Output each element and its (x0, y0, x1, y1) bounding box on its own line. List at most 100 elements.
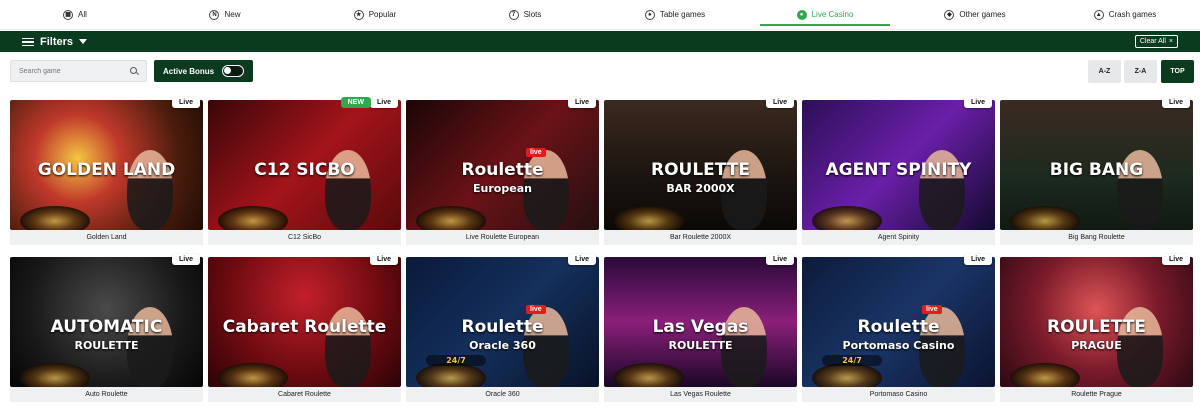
game-card[interactable]: GOLDEN LAND Live Golden Land (10, 97, 203, 245)
game-art-hours: 24/7 (426, 355, 486, 366)
game-name: Las Vegas Roulette (604, 387, 797, 402)
game-card[interactable]: Roulette Portomaso Casino 24/7 live Live Port… (802, 254, 995, 402)
search-icon[interactable] (130, 67, 138, 75)
live-badge: Live (1161, 97, 1190, 108)
game-art-subtitle: PRAGUE (1071, 339, 1122, 352)
game-art-title: Roulette (461, 160, 544, 180)
tab-crash-games[interactable]: ▲ Crash games (1050, 0, 1200, 29)
roulette-wheel-icon (20, 206, 90, 230)
filters-button[interactable]: Filters (22, 36, 88, 48)
roulette-wheel-icon (812, 363, 882, 387)
filter-bar: Filters Clear All × (0, 31, 1200, 52)
tab-label: Crash games (1108, 10, 1157, 19)
game-name: Roulette Prague (1000, 387, 1193, 402)
game-thumbnail[interactable]: GOLDEN LAND (10, 100, 203, 230)
live-badge: Live (765, 254, 794, 265)
roulette-wheel-icon (20, 363, 90, 387)
game-thumbnail[interactable]: AGENT SPINITY (802, 100, 995, 230)
new-icon: N (209, 9, 220, 20)
live-badge: Live (369, 97, 398, 108)
sort-top-button[interactable]: TOP (1161, 60, 1194, 83)
game-thumbnail[interactable]: Roulette European live (406, 100, 599, 230)
controls-row: Active Bonus A-Z Z-A TOP (0, 60, 1200, 83)
game-art-subtitle: ROULETTE (74, 339, 139, 352)
live-badge: Live (567, 254, 596, 265)
sort-za-button[interactable]: Z-A (1124, 60, 1157, 83)
table-games-icon: ♠ (644, 9, 655, 20)
art-live-pill: live (526, 305, 546, 314)
roulette-wheel-icon (614, 206, 684, 230)
new-badge: NEW (340, 97, 371, 108)
game-card[interactable]: ROULETTE PRAGUE Live Roulette Prague (1000, 254, 1193, 402)
tab-slots[interactable]: 7 Slots (450, 0, 600, 29)
game-art-hours: 24/7 (822, 355, 882, 366)
roulette-wheel-icon (416, 206, 486, 230)
search-input[interactable] (19, 67, 130, 75)
slots-icon: 7 (508, 9, 519, 20)
game-card[interactable]: Roulette Oracle 360 24/7 live Live Oracle 360 (406, 254, 599, 402)
game-thumbnail[interactable]: C12 SICBO (208, 100, 401, 230)
live-badge: Live (1161, 254, 1190, 265)
game-art-subtitle: European (473, 182, 532, 195)
tab-other-games[interactable]: ◆ Other games (900, 0, 1050, 29)
game-card[interactable]: C12 SICBO Live NEW C12 SicBo (208, 97, 401, 245)
game-card[interactable]: Cabaret Roulette Live Cabaret Roulette (208, 254, 401, 402)
game-thumbnail[interactable]: Roulette Portomaso Casino 24/7 live (802, 257, 995, 387)
game-name: Portomaso Casino (802, 387, 995, 402)
tab-table-games[interactable]: ♠ Table games (600, 0, 750, 29)
tab-live-casino[interactable]: ● Live Casino (750, 0, 900, 29)
game-thumbnail[interactable]: Las Vegas ROULETTE (604, 257, 797, 387)
grid-icon: ▦ (63, 9, 74, 20)
sort-az-button[interactable]: A-Z (1088, 60, 1121, 83)
game-thumbnail[interactable]: AUTOMATIC ROULETTE (10, 257, 203, 387)
game-card[interactable]: BIG BANG Live Big Bang Roulette (1000, 97, 1193, 245)
search-box (10, 60, 147, 82)
game-card[interactable]: Las Vegas ROULETTE Live Las Vegas Roulette (604, 254, 797, 402)
game-card[interactable]: AUTOMATIC ROULETTE Live Auto Roulette (10, 254, 203, 402)
game-thumbnail[interactable]: Cabaret Roulette (208, 257, 401, 387)
game-thumbnail[interactable]: Roulette Oracle 360 24/7 live (406, 257, 599, 387)
live-badge: Live (171, 97, 200, 108)
game-card[interactable]: AGENT SPINITY Live Agent Spinity (802, 97, 995, 245)
roulette-wheel-icon (1010, 363, 1080, 387)
tab-label: Slots (523, 10, 542, 19)
category-tabs: ▦ All N New ★ Popular 7 Slots ♠ Table games ● Live … (0, 0, 1200, 30)
game-art-title: AUTOMATIC (50, 317, 163, 337)
other-games-icon: ◆ (944, 9, 955, 20)
game-name: Live Roulette European (406, 230, 599, 245)
active-bonus-toggle[interactable] (222, 65, 244, 77)
game-name: Big Bang Roulette (1000, 230, 1193, 245)
tab-popular[interactable]: ★ Popular (300, 0, 450, 29)
live-casino-icon: ● (796, 9, 807, 20)
tab-all[interactable]: ▦ All (0, 0, 150, 29)
roulette-wheel-icon (218, 363, 288, 387)
roulette-wheel-icon (1010, 206, 1080, 230)
game-art-title: ROULETTE (651, 160, 750, 180)
game-art-subtitle: ROULETTE (668, 339, 733, 352)
tab-label: All (78, 10, 87, 19)
game-card[interactable]: ROULETTE BAR 2000X Live Bar Roulette 2000X (604, 97, 797, 245)
game-art-title: Las Vegas (652, 317, 749, 337)
roulette-wheel-icon (218, 206, 288, 230)
tab-label: Other games (959, 10, 1006, 19)
game-thumbnail[interactable]: ROULETTE PRAGUE (1000, 257, 1193, 387)
tab-label: Popular (368, 10, 397, 19)
game-art-subtitle: Oracle 360 (469, 339, 536, 352)
popular-icon: ★ (353, 9, 364, 20)
clear-all-button[interactable]: Clear All × (1134, 35, 1178, 48)
game-thumbnail[interactable]: BIG BANG (1000, 100, 1193, 230)
game-name: Oracle 360 (406, 387, 599, 402)
game-name: Auto Roulette (10, 387, 203, 402)
roulette-wheel-icon (614, 363, 684, 387)
clear-all-label: Clear All (1139, 38, 1166, 45)
tab-new[interactable]: N New (150, 0, 300, 29)
art-live-pill: live (922, 305, 942, 314)
game-art-title: GOLDEN LAND (37, 160, 176, 180)
live-badge: Live (369, 254, 398, 265)
game-card[interactable]: Roulette European live Live Live Roulette Eu… (406, 97, 599, 245)
game-thumbnail[interactable]: ROULETTE BAR 2000X (604, 100, 797, 230)
tab-label: Live Casino (811, 10, 854, 19)
close-icon: × (1168, 38, 1173, 45)
game-art-title: C12 SICBO (254, 160, 355, 180)
live-badge: Live (567, 97, 596, 108)
